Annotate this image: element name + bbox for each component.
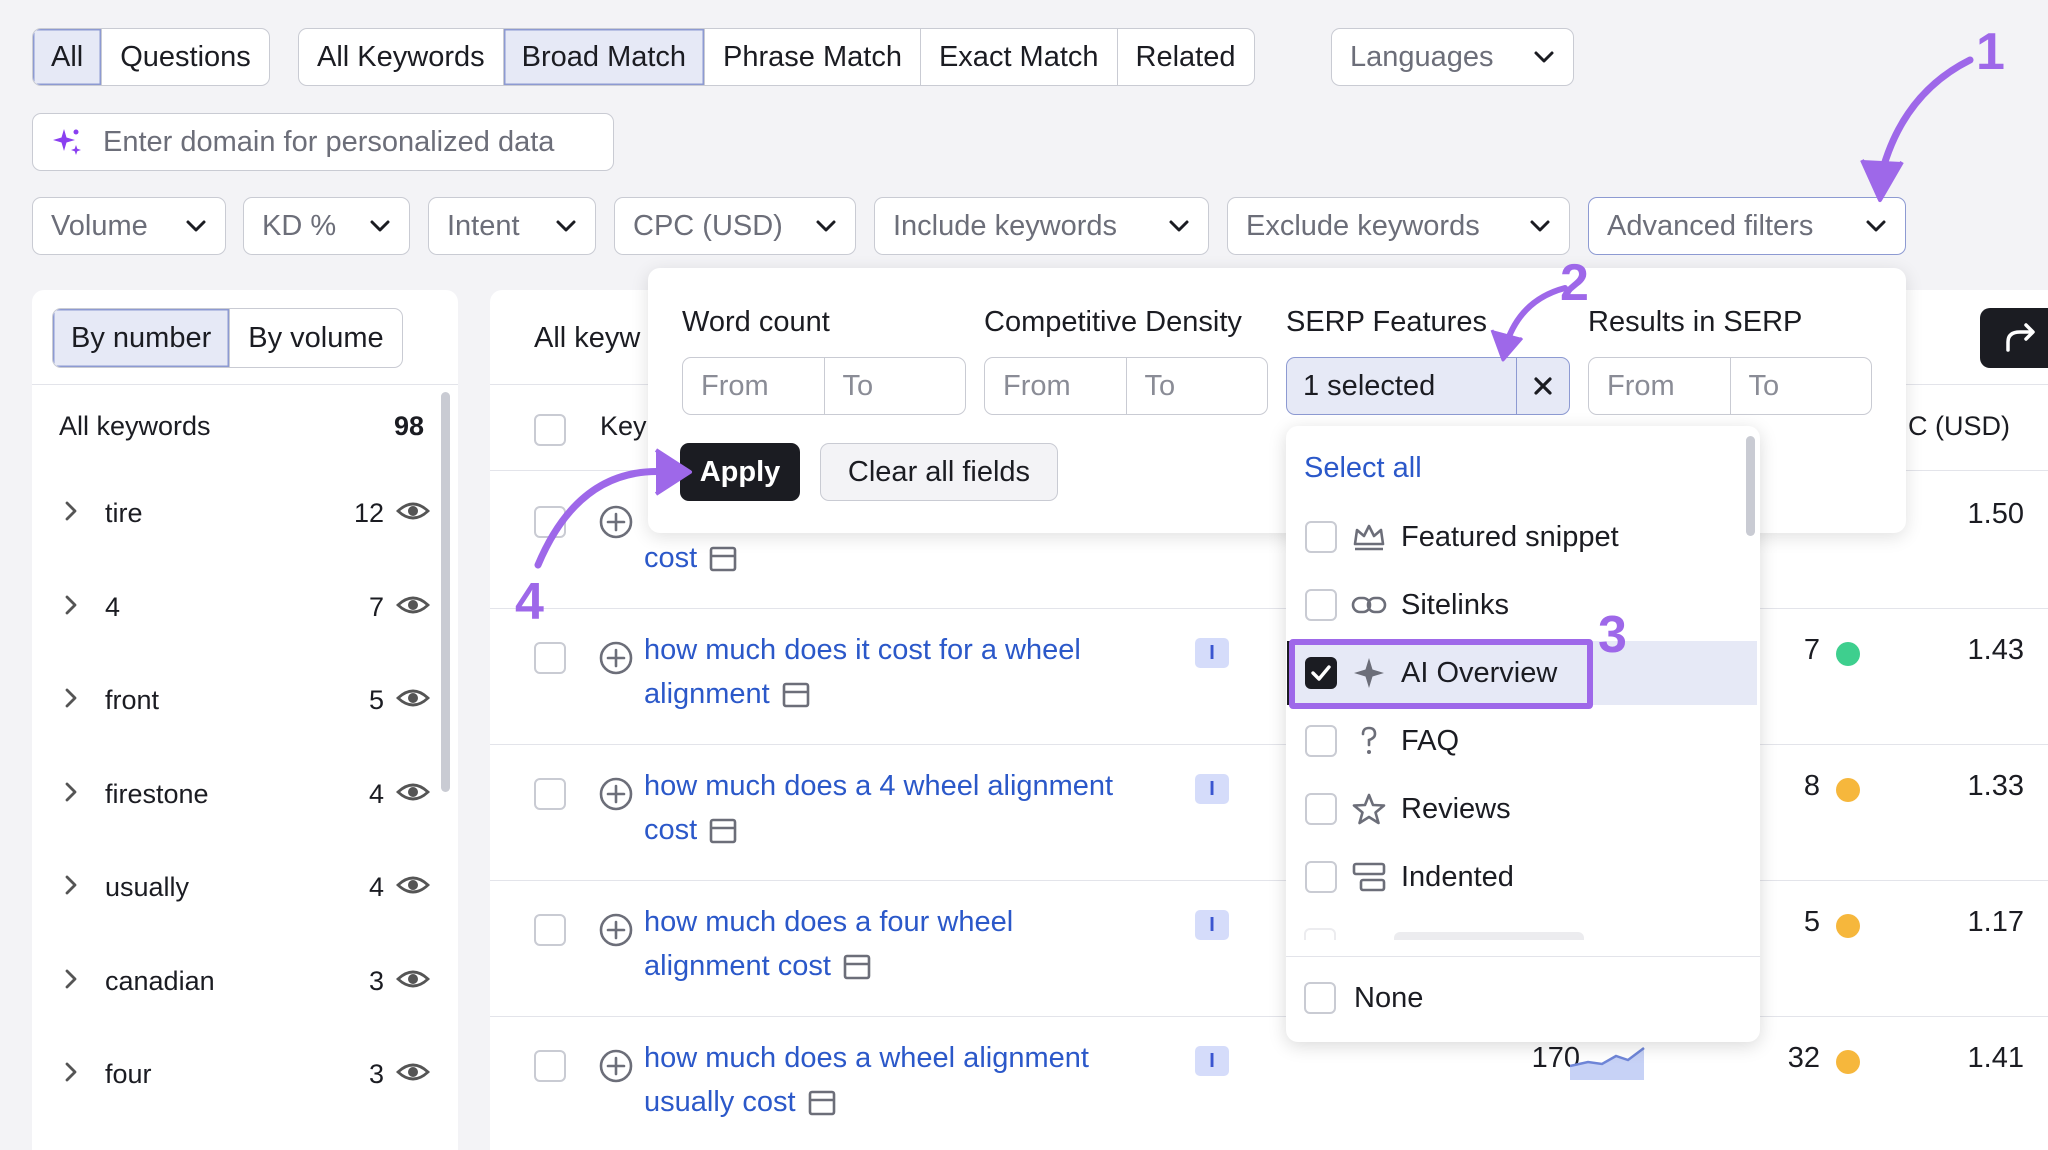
- annotation-3: 3: [1598, 606, 1627, 664]
- annotation-1: 1: [1976, 23, 2005, 81]
- annotation-2: 2: [1560, 254, 1589, 312]
- annotation-arrows: [534, 56, 1974, 569]
- annotation-4: 4: [515, 573, 544, 631]
